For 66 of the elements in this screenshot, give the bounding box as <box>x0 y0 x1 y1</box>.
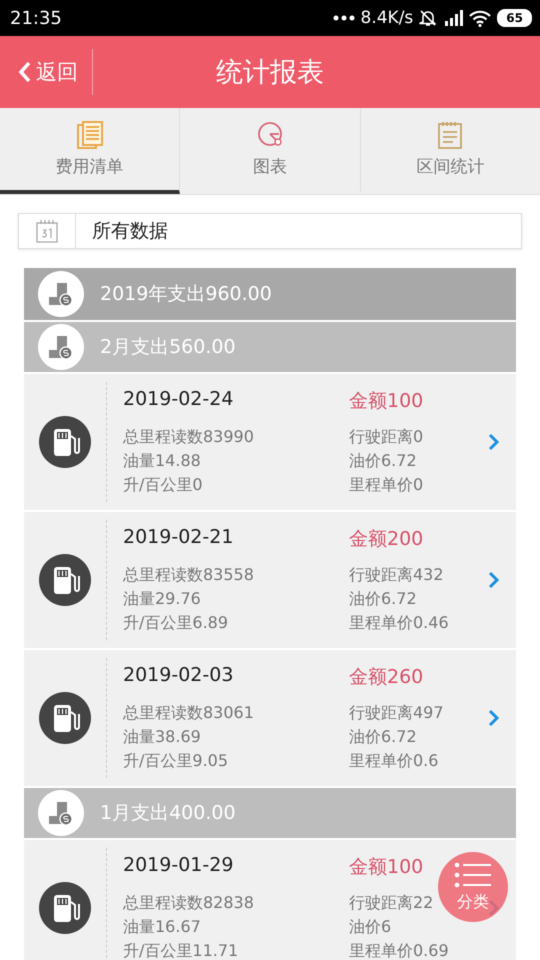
fuel-pump-icon <box>39 692 91 744</box>
entry-date: 2019-02-03 <box>123 664 234 688</box>
fuel-consumption: 升/百公里9.05 <box>123 750 230 772</box>
list-icon <box>454 862 492 888</box>
unit-price: 里程单价0.69 <box>349 940 449 960</box>
pie-chart-icon <box>256 120 284 148</box>
unit-price: 里程单价0.46 <box>349 612 449 634</box>
bell-muted-icon <box>419 9 438 27</box>
wifi-icon <box>469 10 492 26</box>
fuel-pump-icon <box>39 882 91 934</box>
entry-date: 2019-02-24 <box>123 388 234 412</box>
group-total: 2月支出560.00 <box>100 335 236 360</box>
odometer-reading: 总里程读数83558 <box>123 564 255 586</box>
group-total: 2019年支出960.00 <box>100 282 272 307</box>
battery-level: 65 <box>497 9 532 27</box>
fuel-amount: 油量29.76 <box>123 588 202 610</box>
page-title: 统计报表 <box>216 56 324 90</box>
entry-amount: 金额200 <box>349 527 424 552</box>
more-icon <box>332 15 355 21</box>
fuel-pump-icon <box>39 416 91 468</box>
calendar-icon <box>36 219 58 243</box>
fuel-price: 油价6.72 <box>349 726 417 748</box>
network-speed: 8.4K/s <box>360 8 414 28</box>
fuel-entry[interactable]: 2019-02-03 金额260 总里程读数83061 行驶距离497 油量38.69 油价6.72 升/百公里9.05 里程单价0.6 <box>24 650 516 786</box>
distance-value: 行驶距离432 <box>349 564 444 586</box>
fuel-entry[interactable]: 2019-02-24 金额100 总里程读数83990 行驶距离0 油量14.88 油价6.72 升/百公里0 里程单价0 <box>24 374 516 510</box>
money-coins-icon <box>38 324 84 370</box>
unit-price: 里程单价0.6 <box>349 750 438 772</box>
tab[interactable]: 费用清单 <box>0 108 180 194</box>
distance-value: 行驶距离497 <box>349 702 444 724</box>
date-range-field[interactable]: 所有数据 <box>18 213 522 249</box>
status-time: 21:35 <box>10 8 62 28</box>
chevron-right-icon <box>488 433 500 451</box>
odometer-reading: 总里程读数82838 <box>123 892 255 914</box>
tab[interactable]: 区间统计 <box>360 108 540 194</box>
chevron-right-icon <box>488 571 500 589</box>
fuel-consumption: 升/百公里0 <box>123 474 204 496</box>
chevron-right-icon <box>488 709 500 727</box>
fuel-amount: 油量14.88 <box>123 450 202 472</box>
fuel-price: 油价6.72 <box>349 450 417 472</box>
fuel-amount: 油量38.69 <box>123 726 202 748</box>
entry-amount: 金额100 <box>349 389 424 414</box>
tab[interactable]: 图表 <box>180 108 361 194</box>
distance-value: 行驶距离22 <box>349 892 434 914</box>
fuel-consumption: 升/百公里11.71 <box>123 940 240 960</box>
odometer-reading: 总里程读数83990 <box>123 426 255 448</box>
money-coins-icon <box>38 271 84 317</box>
fuel-price: 油价6.72 <box>349 588 417 610</box>
back-chevron-icon <box>18 60 32 84</box>
entry-amount: 金额260 <box>349 665 424 690</box>
notepad-icon <box>437 120 464 148</box>
fuel-entry[interactable]: 2019-02-21 金额200 总里程读数83558 行驶距离432 油量29.76 油价6.72 升/百公里6.89 里程单价0.46 <box>24 512 516 648</box>
odometer-reading: 总里程读数83061 <box>123 702 255 724</box>
fuel-pump-icon <box>39 554 91 606</box>
entry-amount: 金额100 <box>349 855 424 880</box>
distance-value: 行驶距离0 <box>349 426 424 448</box>
entry-date: 2019-02-21 <box>123 526 234 550</box>
group-total: 1月支出400.00 <box>100 801 236 826</box>
money-coins-icon <box>38 790 84 836</box>
fuel-amount: 油量16.67 <box>123 916 202 938</box>
entry-date: 2019-01-29 <box>123 854 234 878</box>
signal-icon <box>443 9 464 27</box>
fuel-consumption: 升/百公里6.89 <box>123 612 230 634</box>
document-list-icon <box>76 120 103 148</box>
fuel-price: 油价6 <box>349 916 392 938</box>
unit-price: 里程单价0 <box>349 474 424 496</box>
